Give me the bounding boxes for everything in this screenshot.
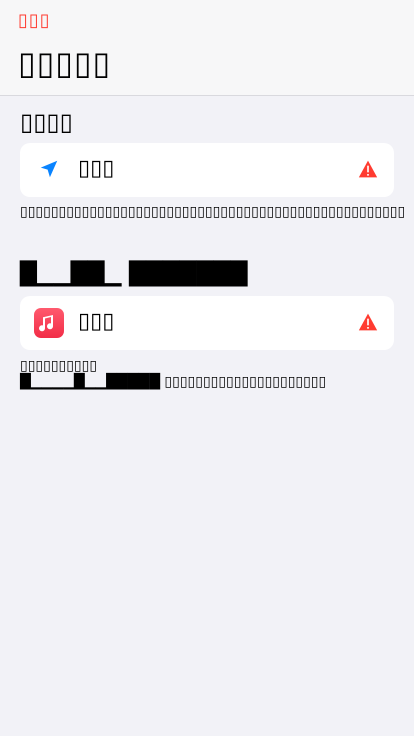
description-line: █▁▁▁▁█▁▁█████ ▯▯▯▯▯▯▯▯▯▯▯▯▯▯▯▯▯▯▯▯▯ <box>20 374 392 390</box>
highlighted-text: █▁▁▁▁█▁▁█████ <box>20 374 160 390</box>
location-description: ▯▯▯▯▯▯▯▯▯▯▯▯▯▯▯▯▯▯▯▯▯▯▯▯▯▯▯▯▯▯▯▯▯▯▯▯▯▯▯▯… <box>20 204 406 220</box>
row-label: ▯▯▯ <box>78 309 115 334</box>
warning-icon <box>358 160 378 178</box>
row-label: ▯▯▯ <box>78 156 115 181</box>
music-note-icon <box>39 315 54 332</box>
screen: ▯▯▯ ▯▯▯▯▯ ▯▯▯▯ ▯▯▯ ▯▯▯▯▯▯▯▯▯▯▯▯▯▯▯▯▯▯▯▯▯… <box>0 0 414 736</box>
settings-link-row[interactable]: █▁▁██▁ ███████ <box>20 262 248 287</box>
back-button[interactable]: ▯▯▯ <box>18 10 51 31</box>
description-tail: ▯▯▯▯▯▯▯▯▯▯▯▯▯▯▯▯▯▯▯▯▯ <box>164 374 327 390</box>
description-line: ▯▯▯▯▯▯▯▯▯▯ <box>20 358 98 374</box>
permission-row-location[interactable]: ▯▯▯ <box>20 143 394 197</box>
music-description: ▯▯▯▯▯▯▯▯▯▯ █▁▁▁▁█▁▁█████ ▯▯▯▯▯▯▯▯▯▯▯▯▯▯▯… <box>20 358 392 390</box>
page-title: ▯▯▯▯▯ <box>18 44 112 82</box>
location-arrow-icon <box>40 160 58 178</box>
music-app-icon <box>34 308 64 338</box>
warning-icon <box>358 313 378 331</box>
permission-row-music[interactable]: ▯▯▯ <box>20 296 394 350</box>
section-title: ▯▯▯▯ <box>20 108 73 136</box>
navigation-bar: ▯▯▯ ▯▯▯▯▯ <box>0 0 414 96</box>
